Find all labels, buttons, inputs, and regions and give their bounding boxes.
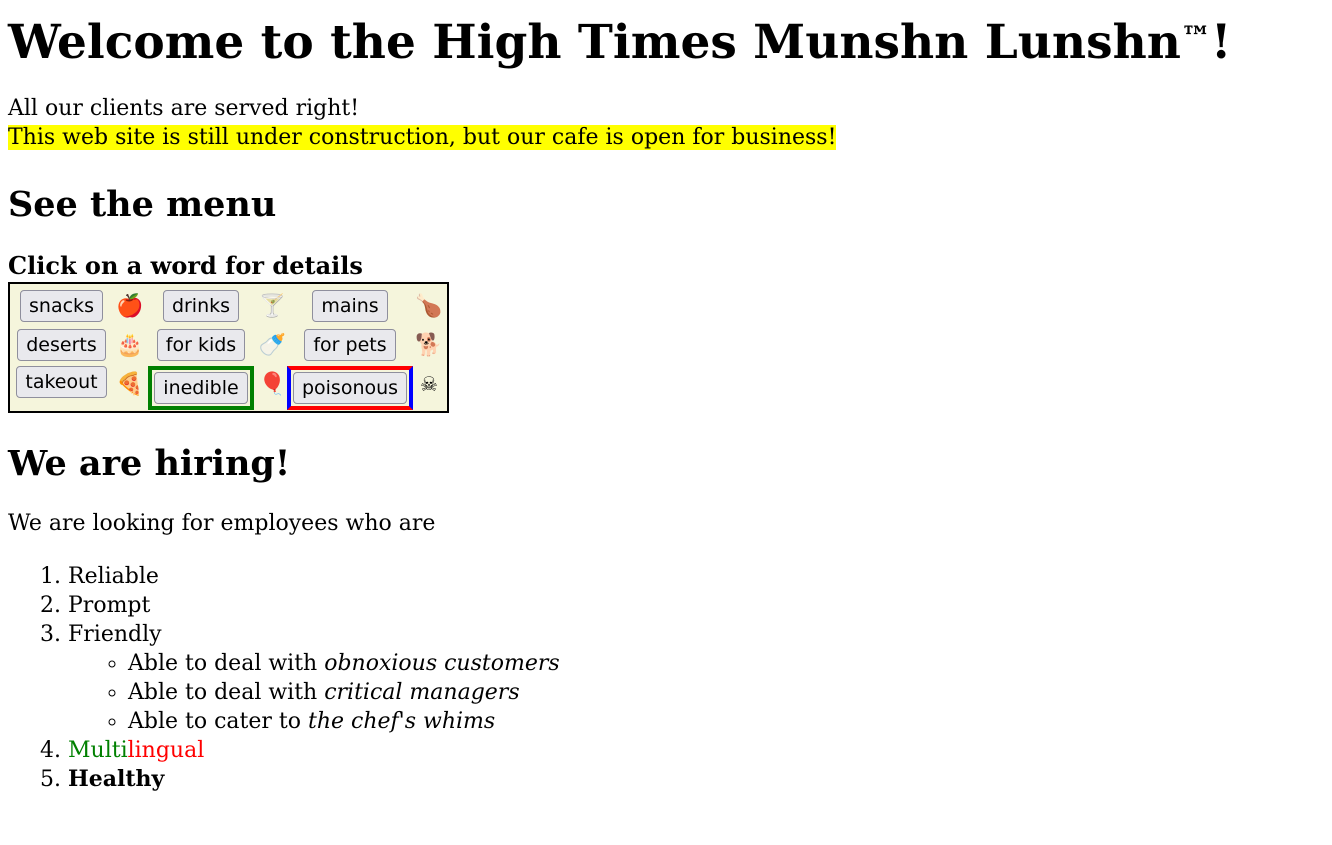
list-item: Healthy [68, 765, 1324, 794]
list-item: Able to cater to the chef's whims [128, 707, 1324, 736]
multilingual-part-green: Multi [68, 737, 128, 763]
cake-icon: 🎂 [116, 332, 144, 358]
multilingual-part-red: lingual [127, 737, 205, 763]
skull-crossbones-icon: ☠ [420, 371, 438, 396]
cocktail-icon: 🍸 [258, 293, 287, 319]
intro-text: All our clients are served right! This w… [8, 94, 1324, 152]
menu-row: snacks 🍎 drinks 🍸 mains 🍗 [10, 288, 447, 325]
qualities-list: Reliable Prompt Friendly Able to deal wi… [8, 562, 1324, 794]
inedible-frame: inedible [148, 365, 254, 410]
list-item: Reliable [68, 562, 1324, 591]
construction-notice: This web site is still under constructio… [8, 125, 837, 151]
trademark-symbol: ™ [1180, 20, 1211, 56]
list-item: Able to deal with critical managers [128, 678, 1324, 707]
menu-inedible-button[interactable]: inedible [154, 371, 248, 404]
menu-for-pets-button[interactable]: for pets [304, 329, 396, 362]
menu-drinks-button[interactable]: drinks [162, 290, 240, 323]
menu-panel: snacks 🍎 drinks 🍸 mains 🍗 deserts 🎂 for … [8, 281, 449, 413]
list-item: Able to deal with obnoxious customers [128, 649, 1324, 678]
menu-takeout-button[interactable]: takeout [16, 365, 107, 398]
menu-deserts-button[interactable]: deserts [17, 329, 106, 362]
menu-snacks-button[interactable]: snacks [20, 290, 103, 323]
menu-heading: See the menu [8, 184, 277, 226]
menu-subheading: Click on a word for details [8, 251, 363, 281]
apple-icon: 🍎 [116, 293, 144, 319]
menu-mains-button[interactable]: mains [312, 290, 388, 323]
dog-icon: 🐕 [415, 332, 443, 358]
baby-bottle-icon: 🍼 [258, 332, 287, 358]
pizza-icon: 🍕 [116, 371, 144, 397]
list-item: Friendly Able to deal with obnoxious cus… [68, 620, 1324, 736]
balloon-icon: 🎈 [258, 371, 287, 397]
hiring-intro: We are looking for employees who are [8, 510, 436, 536]
list-item: Multilingual [68, 736, 1324, 765]
friendly-sublist: Able to deal with obnoxious customers Ab… [68, 649, 1324, 736]
list-item: Prompt [68, 591, 1324, 620]
poisonous-frame: poisonous [286, 365, 414, 410]
page-title: Welcome to the High Times Munshn Lunshn™… [8, 15, 1232, 70]
menu-for-kids-button[interactable]: for kids [156, 329, 246, 362]
tagline: All our clients are served right! [8, 96, 360, 122]
menu-poisonous-button[interactable]: poisonous [292, 371, 408, 404]
drumstick-icon: 🍗 [415, 293, 443, 319]
menu-row: deserts 🎂 for kids 🍼 for pets 🐕 [10, 325, 447, 366]
menu-row: takeout 🍕 inedible 🎈 poisonous ☠ [10, 365, 447, 410]
hiring-heading: We are hiring! [8, 442, 291, 484]
